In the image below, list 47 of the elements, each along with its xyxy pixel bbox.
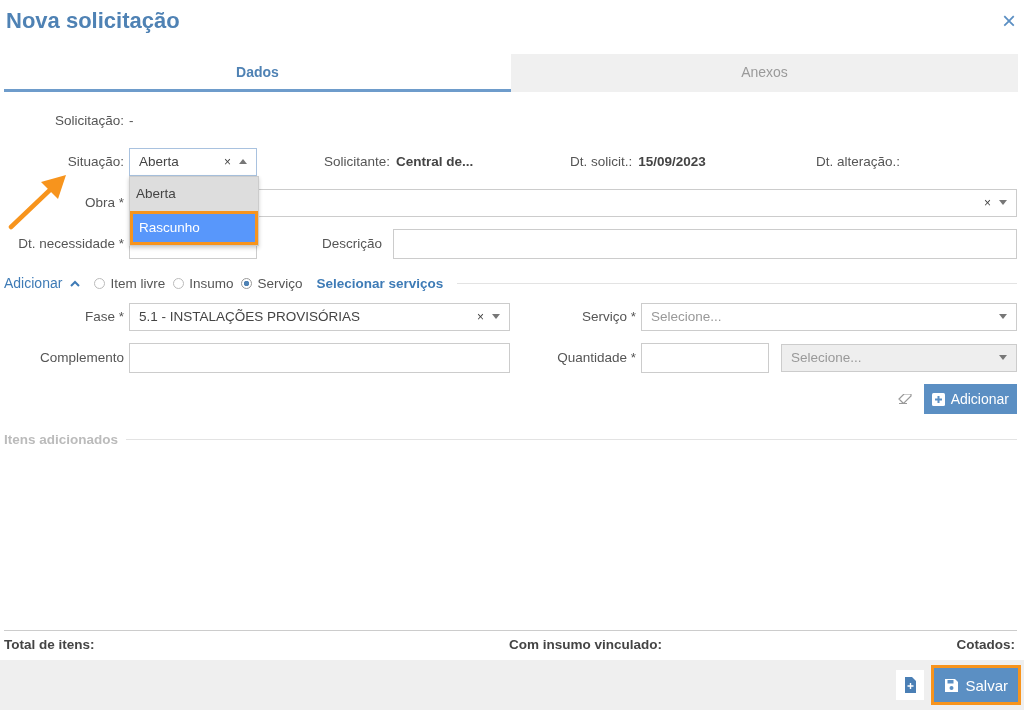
caret-icon	[492, 314, 500, 319]
caret-icon	[239, 159, 247, 164]
field-label: Dt. solicit.:	[570, 154, 633, 169]
field-value: 15/09/2023	[638, 154, 706, 169]
field-label: Obra *	[83, 195, 124, 210]
dropdown-option[interactable]: Aberta	[130, 177, 258, 211]
complement-field[interactable]	[129, 342, 510, 373]
field-value: -	[129, 113, 134, 128]
plus-icon	[931, 392, 945, 406]
field-label: Dt. alteração.:	[816, 154, 901, 169]
radio-option[interactable]: Item livre	[94, 275, 166, 291]
section-title: Itens adicionados	[4, 432, 119, 447]
dialog-title: Nova solicitação	[6, 8, 180, 34]
field-label: Solicitação:	[53, 113, 124, 128]
description-field[interactable]	[393, 228, 1017, 259]
quantity-field[interactable]	[641, 342, 769, 373]
field-label: Fase *	[83, 309, 124, 324]
tab[interactable]: Anexos	[511, 54, 1018, 92]
radio-option[interactable]: Insumo	[173, 275, 234, 291]
field-label: Descrição	[322, 236, 383, 251]
phase-select[interactable]: 5.1 - INSTALAÇÕES PROVISÓRIAS ×	[129, 302, 510, 331]
field-label: Solicitante:	[324, 154, 391, 169]
total-label: Com insumo vinculado:	[509, 637, 662, 652]
close-button[interactable]: ×	[1002, 9, 1016, 33]
field-label: Complemento	[38, 350, 124, 365]
field-label: Dt. necessidade *	[17, 236, 124, 251]
add-button[interactable]: Adicionar	[923, 384, 1017, 414]
field-value: Central de...	[396, 154, 474, 169]
field-label: Quantidade *	[556, 350, 636, 365]
caret-icon	[999, 314, 1007, 319]
dropdown-option[interactable]: Rascunho	[130, 211, 258, 245]
caret-icon	[999, 200, 1007, 205]
field-label: Situação:	[66, 154, 124, 169]
radio-option[interactable]: Serviço	[241, 275, 303, 291]
total-label: Total de itens:	[4, 637, 95, 652]
chevron-icon	[70, 279, 81, 287]
service-select[interactable]: Selecione...	[641, 302, 1017, 331]
save-icon	[944, 677, 960, 693]
status-select[interactable]: Aberta ×	[129, 147, 257, 176]
field-label: Serviço *	[580, 309, 636, 324]
select-services-link[interactable]: Selecionar serviços	[316, 275, 444, 291]
file-add-icon[interactable]	[896, 670, 925, 700]
eraser-icon[interactable]	[897, 394, 912, 404]
add-toggle[interactable]: Adicionar	[4, 275, 81, 291]
caret-icon	[999, 355, 1007, 360]
total-label: Cotados:	[956, 637, 1015, 652]
save-button[interactable]: Salvar	[934, 668, 1018, 702]
